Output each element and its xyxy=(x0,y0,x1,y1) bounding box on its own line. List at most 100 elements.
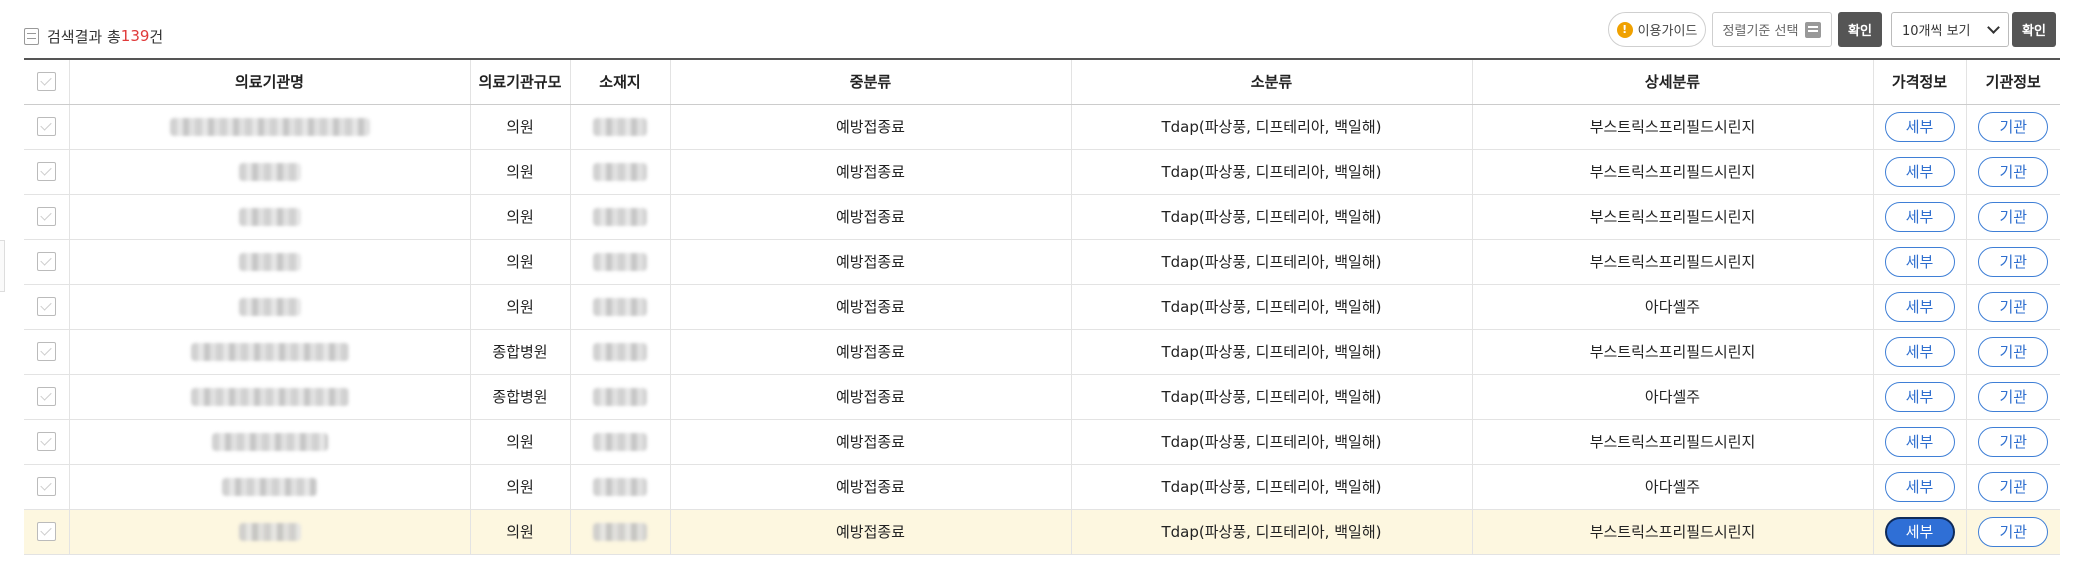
row-checkbox[interactable] xyxy=(36,432,56,451)
institution-info-button[interactable]: 기관 xyxy=(1978,291,2049,322)
price-info-cell: 세부 xyxy=(1872,419,1966,465)
institution-info-cell: 기관 xyxy=(1965,419,2060,465)
mid-category-cell: 예방접종료 xyxy=(669,239,1071,285)
price-detail-button[interactable]: 세부 xyxy=(1884,246,1955,277)
list-icon xyxy=(1805,21,1822,38)
location-cell xyxy=(569,284,670,330)
institution-info-button[interactable]: 기관 xyxy=(1978,426,2049,457)
institution-size-cell: 종합병원 xyxy=(469,329,570,375)
row-select-cell xyxy=(24,194,69,240)
location-cell xyxy=(569,149,670,195)
institution-info-button[interactable]: 기관 xyxy=(1978,111,2049,142)
institution-name-cell xyxy=(68,374,470,420)
result-count: 139 xyxy=(120,27,150,45)
institution-info-button[interactable]: 기관 xyxy=(1978,381,2049,412)
row-checkbox[interactable] xyxy=(36,252,56,271)
price-info-cell: 세부 xyxy=(1872,149,1966,195)
redacted-location xyxy=(593,252,647,271)
detail-category-cell: 부스트릭스프리필드시린지 xyxy=(1471,194,1873,240)
table-header-row: 의료기관명 의료기관규모 소재지 중분류 소분류 상세분류 가격정보 기관정보 xyxy=(24,58,2060,105)
col-header: 중분류 xyxy=(669,58,1071,105)
price-detail-button[interactable]: 세부 xyxy=(1884,201,1955,232)
sort-select[interactable]: 정렬기준 선택 xyxy=(1712,12,1832,47)
institution-info-cell: 기관 xyxy=(1965,284,2060,330)
redacted-location xyxy=(593,207,647,226)
price-info-cell: 세부 xyxy=(1872,194,1966,240)
location-cell xyxy=(569,419,670,465)
table-row: 의원 예방접종료 Tdap(파상풍, 디프테리아, 백일해) 부스트릭스프리필드시린지… xyxy=(24,104,2060,150)
institution-name-cell xyxy=(68,464,470,510)
sort-select-label: 정렬기준 선택 xyxy=(1722,24,1799,39)
side-handle[interactable] xyxy=(0,240,5,292)
institution-size-cell: 의원 xyxy=(469,509,570,555)
institution-info-button[interactable]: 기관 xyxy=(1978,201,2049,232)
mid-category-cell: 예방접종료 xyxy=(669,104,1071,150)
institution-info-button[interactable]: 기관 xyxy=(1978,516,2049,547)
mid-category-cell: 예방접종료 xyxy=(669,419,1071,465)
sort-confirm-button[interactable]: 확인 xyxy=(1838,12,1882,47)
price-detail-button[interactable]: 세부 xyxy=(1884,336,1955,367)
sub-category-cell: Tdap(파상풍, 디프테리아, 백일해) xyxy=(1070,374,1472,420)
row-select-cell xyxy=(24,464,69,510)
row-checkbox[interactable] xyxy=(36,117,56,136)
col-header: 가격정보 xyxy=(1872,58,1966,105)
page-size-confirm-button[interactable]: 확인 xyxy=(2012,12,2056,47)
institution-info-cell: 기관 xyxy=(1965,104,2060,150)
mid-category-cell: 예방접종료 xyxy=(669,374,1071,420)
institution-name-cell xyxy=(68,239,470,285)
row-select-cell xyxy=(24,284,69,330)
institution-size-cell: 의원 xyxy=(469,239,570,285)
row-checkbox[interactable] xyxy=(36,387,56,406)
institution-size-cell: 의원 xyxy=(469,194,570,240)
table-row: 의원 예방접종료 Tdap(파상풍, 디프테리아, 백일해) 부스트릭스프리필드시린지… xyxy=(24,419,2060,465)
price-detail-button[interactable]: 세부 xyxy=(1884,156,1955,187)
detail-category-cell: 아다셀주 xyxy=(1471,464,1873,510)
price-detail-button[interactable]: 세부 xyxy=(1884,291,1955,322)
redacted-name xyxy=(169,117,370,136)
row-checkbox[interactable] xyxy=(36,342,56,361)
document-icon xyxy=(24,27,39,45)
page-size-select[interactable]: 10개씩 보기 xyxy=(1891,12,2009,47)
table-row: 종합병원 예방접종료 Tdap(파상풍, 디프테리아, 백일해) 아다셀주 세부 기관 xyxy=(24,374,2060,420)
redacted-name xyxy=(238,207,301,226)
table-row: 종합병원 예방접종료 Tdap(파상풍, 디프테리아, 백일해) 부스트릭스프리필드시… xyxy=(24,329,2060,375)
usage-guide-button[interactable]: ! 이용가이드 xyxy=(1608,12,1706,47)
detail-category-cell: 부스트릭스프리필드시린지 xyxy=(1471,329,1873,375)
price-detail-button[interactable]: 세부 xyxy=(1884,111,1955,142)
price-info-cell: 세부 xyxy=(1872,104,1966,150)
select-all-checkbox[interactable] xyxy=(36,72,56,92)
institution-name-cell xyxy=(68,104,470,150)
row-select-cell xyxy=(24,104,69,150)
row-checkbox[interactable] xyxy=(36,522,56,541)
redacted-name xyxy=(238,162,301,181)
sub-category-cell: Tdap(파상풍, 디프테리아, 백일해) xyxy=(1070,419,1472,465)
location-cell xyxy=(569,464,670,510)
detail-category-cell: 부스트릭스프리필드시린지 xyxy=(1471,104,1873,150)
row-checkbox[interactable] xyxy=(36,477,56,496)
table-body: 의원 예방접종료 Tdap(파상풍, 디프테리아, 백일해) 부스트릭스프리필드시린지… xyxy=(24,104,2060,555)
sub-category-cell: Tdap(파상풍, 디프테리아, 백일해) xyxy=(1070,104,1472,150)
mid-category-cell: 예방접종료 xyxy=(669,194,1071,240)
price-detail-button[interactable]: 세부 xyxy=(1884,471,1955,502)
institution-info-button[interactable]: 기관 xyxy=(1978,336,2049,367)
price-detail-button[interactable]: 세부 xyxy=(1884,381,1955,412)
redacted-location xyxy=(593,387,647,406)
price-info-cell: 세부 xyxy=(1872,464,1966,510)
price-detail-button[interactable]: 세부 xyxy=(1884,426,1955,457)
price-detail-button[interactable]: 세부 xyxy=(1884,516,1955,547)
institution-info-button[interactable]: 기관 xyxy=(1978,156,2049,187)
table-row: 의원 예방접종료 Tdap(파상풍, 디프테리아, 백일해) 부스트릭스프리필드시린지… xyxy=(24,194,2060,240)
institution-size-cell: 의원 xyxy=(469,419,570,465)
row-checkbox[interactable] xyxy=(36,207,56,226)
row-checkbox[interactable] xyxy=(36,297,56,316)
redacted-name xyxy=(222,477,317,496)
col-header: 소재지 xyxy=(569,58,670,105)
institution-info-button[interactable]: 기관 xyxy=(1978,246,2049,277)
col-header: 소분류 xyxy=(1070,58,1472,105)
location-cell xyxy=(569,509,670,555)
institution-info-button[interactable]: 기관 xyxy=(1978,471,2049,502)
row-checkbox[interactable] xyxy=(36,162,56,181)
sub-category-cell: Tdap(파상풍, 디프테리아, 백일해) xyxy=(1070,284,1472,330)
institution-info-cell: 기관 xyxy=(1965,509,2060,555)
redacted-name xyxy=(190,342,349,361)
